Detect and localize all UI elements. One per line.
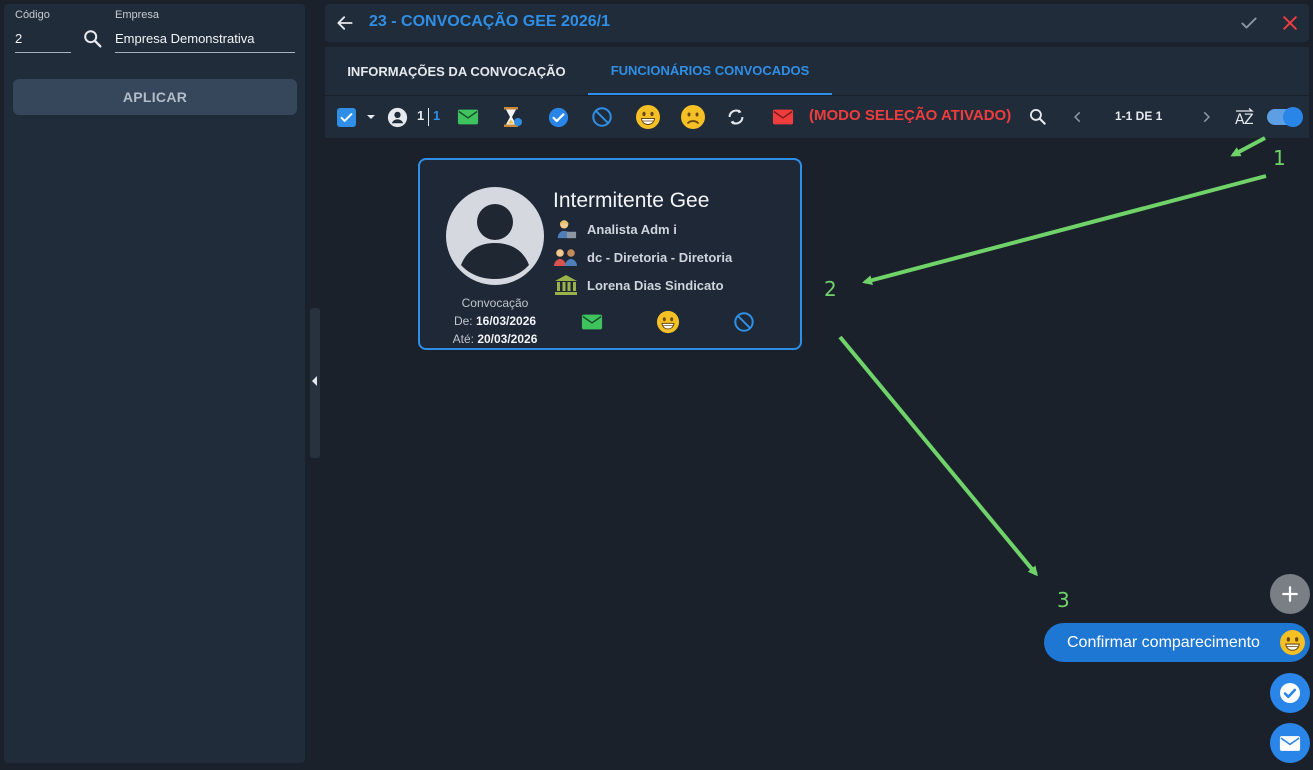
tab-bar: INFORMAÇÕES DA CONVOCAÇÃO FUNCIONÁRIOS C… bbox=[325, 47, 1309, 95]
search-toolbar-icon[interactable] bbox=[1027, 106, 1049, 128]
employee-union: Lorena Dias Sindicato bbox=[587, 277, 724, 293]
annotation-number-3: 3 bbox=[1057, 588, 1070, 612]
close-icon[interactable] bbox=[1280, 13, 1300, 33]
header-bar: 23 - CONVOCAÇÃO GEE 2026/1 bbox=[325, 4, 1309, 42]
count-divider bbox=[428, 108, 429, 126]
pagination-label: 1-1 DE 1 bbox=[1115, 109, 1163, 123]
union-row: Lorena Dias Sindicato bbox=[553, 274, 724, 296]
date-from-label: De: bbox=[453, 314, 473, 328]
selection-mode-label: (MODO SELEÇÃO ATIVADO) bbox=[809, 107, 1012, 124]
filter-panel: Código 2 Empresa Empresa Demonstrativa A… bbox=[4, 4, 305, 763]
email-icon bbox=[1279, 735, 1301, 751]
toggle-knob bbox=[1283, 107, 1303, 127]
confirm-attendance-label: Confirmar comparecimento bbox=[1067, 633, 1260, 651]
codigo-field[interactable]: 2 bbox=[15, 31, 22, 46]
date-to-label: Até: bbox=[452, 332, 474, 346]
role-row: Analista Adm i bbox=[553, 218, 677, 240]
email-red-icon[interactable] bbox=[771, 106, 795, 128]
plus-icon bbox=[1282, 586, 1298, 602]
prev-page-icon[interactable] bbox=[1069, 106, 1087, 128]
date-to-value: 20/03/2026 bbox=[477, 332, 538, 346]
refresh-icon[interactable] bbox=[725, 106, 747, 128]
selected-count: 1 bbox=[417, 108, 425, 123]
group-people-icon bbox=[553, 246, 579, 268]
check-circle-icon bbox=[1280, 683, 1300, 703]
employee-card[interactable]: Convocação De: 16/03/2026 Até: 20/03/202… bbox=[418, 158, 802, 350]
svg-text:Z: Z bbox=[1244, 112, 1254, 128]
panel-splitter[interactable] bbox=[310, 308, 320, 458]
confirm-attendance-button[interactable]: Confirmar comparecimento bbox=[1044, 623, 1310, 662]
back-arrow-icon[interactable] bbox=[335, 13, 355, 33]
employee-name: Intermitente Gee bbox=[553, 189, 710, 212]
email-green-icon[interactable] bbox=[456, 106, 480, 128]
annotation-number-1: 1 bbox=[1273, 146, 1286, 170]
sort-az-icon[interactable]: AZ bbox=[1233, 106, 1257, 128]
grinning-emoji-icon bbox=[1279, 629, 1306, 656]
tab-informacoes[interactable]: INFORMAÇÕES DA CONVOCAÇÃO bbox=[325, 47, 588, 95]
next-page-icon[interactable] bbox=[1197, 106, 1215, 128]
department-row: dc - Diretoria - Diretoria bbox=[553, 246, 732, 268]
annotation-arrow-1 bbox=[1230, 136, 1266, 157]
date-from-value: 16/03/2026 bbox=[475, 314, 537, 328]
select-all-checkbox[interactable] bbox=[337, 106, 356, 128]
selection-toolbar: 1 1 (MODO SELEÇÃO ATIVADO) 1-1 DE 1 AZ bbox=[325, 96, 1309, 138]
selection-mode-toggle[interactable] bbox=[1267, 107, 1303, 127]
check-circle-icon[interactable] bbox=[547, 106, 569, 128]
avatar bbox=[446, 187, 544, 285]
codigo-underline bbox=[15, 52, 71, 53]
collapse-arrow-icon[interactable] bbox=[312, 376, 317, 386]
fab-email-button[interactable] bbox=[1270, 723, 1310, 763]
page-title: 23 - CONVOCAÇÃO GEE 2026/1 bbox=[369, 13, 610, 30]
empresa-label: Empresa bbox=[115, 9, 160, 21]
card-block-icon[interactable] bbox=[732, 310, 756, 334]
card-grinning-emoji-icon[interactable] bbox=[656, 310, 680, 334]
card-email-icon[interactable] bbox=[580, 310, 604, 334]
annotation-arrow-2 bbox=[862, 174, 1267, 286]
sad-emoji-icon[interactable] bbox=[680, 105, 706, 129]
block-icon[interactable] bbox=[591, 106, 613, 128]
bank-building-icon bbox=[553, 274, 579, 296]
grinning-emoji-icon[interactable] bbox=[635, 105, 661, 129]
employee-department: dc - Diretoria - Diretoria bbox=[587, 249, 733, 265]
employee-role: Analista Adm i bbox=[587, 221, 677, 237]
date-to-row: Até: 20/03/2026 bbox=[420, 332, 570, 346]
fab-confirm-check-button[interactable] bbox=[1270, 673, 1310, 713]
codigo-label: Código bbox=[15, 9, 50, 21]
annotation-arrow-3 bbox=[838, 335, 1038, 577]
person-icon bbox=[386, 106, 408, 128]
search-icon[interactable] bbox=[82, 28, 104, 50]
empresa-underline bbox=[115, 52, 295, 53]
convocacao-label: Convocação bbox=[461, 296, 529, 310]
annotation-number-2: 2 bbox=[824, 277, 837, 301]
empresa-field[interactable]: Empresa Demonstrativa bbox=[115, 31, 254, 46]
select-dropdown-icon[interactable] bbox=[365, 106, 377, 128]
total-count: 1 bbox=[433, 108, 441, 123]
apply-button[interactable]: APLICAR bbox=[13, 79, 297, 115]
fab-add-button[interactable] bbox=[1270, 574, 1310, 614]
hourglass-icon[interactable] bbox=[500, 106, 524, 128]
confirm-check-icon[interactable] bbox=[1239, 13, 1259, 33]
office-worker-icon bbox=[553, 218, 579, 240]
tab-funcionarios[interactable]: FUNCIONÁRIOS CONVOCADOS bbox=[588, 47, 832, 95]
date-from-row: De: 16/03/2026 bbox=[420, 314, 570, 328]
